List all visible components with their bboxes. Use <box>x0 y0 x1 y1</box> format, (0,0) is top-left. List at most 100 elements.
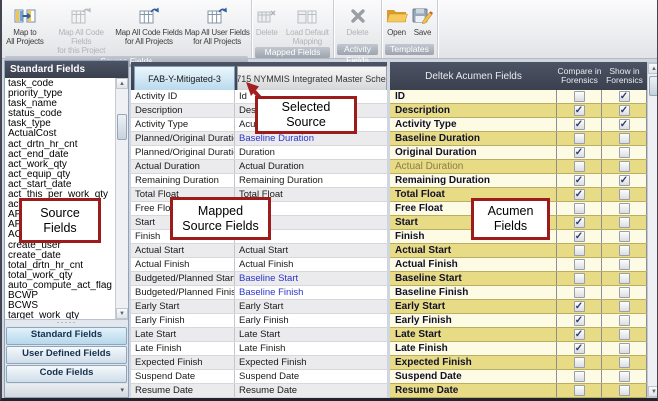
compare-checkbox[interactable] <box>574 357 585 368</box>
compare-checkbox[interactable]: ✓ <box>574 217 585 228</box>
compare-checkbox[interactable] <box>574 273 585 284</box>
scrollbar-thumb[interactable] <box>649 76 658 96</box>
show-checkbox[interactable] <box>619 385 630 396</box>
show-checkbox[interactable] <box>619 147 630 158</box>
compare-checkbox[interactable]: ✓ <box>574 175 585 186</box>
show-checkbox[interactable] <box>619 231 630 242</box>
show-checkbox[interactable] <box>619 259 630 270</box>
scroll-down-icon[interactable]: ▼ <box>116 308 128 319</box>
source-field-item[interactable]: act_end_date <box>5 150 115 160</box>
show-checkbox[interactable] <box>619 343 630 354</box>
source-field-item[interactable]: task_type <box>5 119 115 129</box>
source-field-cell: Description <box>131 104 235 117</box>
compare-checkbox[interactable] <box>574 385 585 396</box>
tab-source-selected[interactable]: FAB-Y-Mitigated-3 <box>134 66 235 90</box>
compare-checkbox[interactable]: ✓ <box>574 147 585 158</box>
source-field-item[interactable]: total_drtn_hr_cnt <box>5 261 115 271</box>
source-field-item[interactable]: status_code <box>5 109 115 119</box>
source-field-item[interactable]: total_work_qty <box>5 271 115 281</box>
mapped-field-cell[interactable]: Remaining Duration <box>235 174 387 187</box>
compare-in-forensics-header: Compare in Forensics <box>557 62 602 90</box>
show-checkbox[interactable]: ✓ <box>619 91 630 102</box>
configure-buttons-icon[interactable]: ▾ <box>120 386 124 394</box>
compare-checkbox[interactable]: ✓ <box>574 315 585 326</box>
show-checkbox[interactable] <box>619 217 630 228</box>
ribbon-button-map-all-user-fields-for-all-projects[interactable]: Map All User Fields for All Projects <box>183 2 251 55</box>
mapped-field-cell[interactable]: Early Start <box>235 300 387 313</box>
source-field-item[interactable]: auto_compute_act_flag <box>5 281 115 291</box>
compare-checkbox[interactable]: ✓ <box>574 119 585 130</box>
mapped-field-cell[interactable]: Suspend Date <box>235 370 387 383</box>
show-checkbox[interactable] <box>619 357 630 368</box>
show-checkbox[interactable]: ✓ <box>619 175 630 186</box>
ribbon-button-map-to-all-projects[interactable]: Map to All Projects <box>2 2 48 55</box>
compare-checkbox[interactable]: ✓ <box>574 231 585 242</box>
tab-source-other[interactable]: 040715 NYMMIS Integrated Master Schedule <box>237 66 387 90</box>
mapped-field-cell[interactable]: Early Finish <box>235 314 387 327</box>
sidebar-nav-user-defined-fields[interactable]: User Defined Fields <box>6 346 127 364</box>
show-checkbox[interactable] <box>619 203 630 214</box>
source-field-item[interactable]: act_drtn_hr_cnt <box>5 140 115 150</box>
compare-checkbox[interactable] <box>574 287 585 298</box>
ribbon-button-map-all-code-fields-for-all-projects[interactable]: Map All Code Fields for All Projects <box>115 2 184 55</box>
compare-checkbox[interactable]: ✓ <box>574 105 585 116</box>
source-field-item[interactable]: target_work_qty <box>5 311 115 319</box>
source-field-item[interactable]: create_date <box>5 251 115 261</box>
show-checkbox[interactable] <box>619 287 630 298</box>
scroll-down-icon[interactable]: ▼ <box>648 386 658 397</box>
ribbon-button-save[interactable]: Save <box>410 2 436 43</box>
source-field-item[interactable]: task_code <box>5 79 115 89</box>
source-field-item[interactable]: task_name <box>5 99 115 109</box>
acumen-scrollbar[interactable]: ▲ ▼ <box>647 62 658 398</box>
source-field-item[interactable]: act_start_date <box>5 180 115 190</box>
compare-checkbox[interactable] <box>574 259 585 270</box>
compare-checkbox[interactable]: ✓ <box>574 301 585 312</box>
compare-checkbox[interactable] <box>574 161 585 172</box>
compare-checkbox[interactable] <box>574 245 585 256</box>
mapped-field-cell[interactable]: Actual Duration <box>235 160 387 173</box>
show-checkbox[interactable] <box>619 189 630 200</box>
show-checkbox[interactable] <box>619 273 630 284</box>
compare-checkbox[interactable]: ✓ <box>574 189 585 200</box>
mapped-field-cell[interactable]: Expected Finish <box>235 356 387 369</box>
source-field-item[interactable]: BCWP <box>5 291 115 301</box>
acumen-rows: ID✓Description✓✓Activity Type✓✓Baseline … <box>390 90 647 398</box>
compare-checkbox[interactable] <box>574 371 585 382</box>
sidebar-nav: Standard FieldsUser Defined FieldsCode F… <box>5 326 128 384</box>
mapped-field-cell[interactable]: Duration <box>235 146 387 159</box>
show-checkbox[interactable] <box>619 245 630 256</box>
mapped-field-cell[interactable]: Late Start <box>235 328 387 341</box>
sidebar-scrollbar[interactable]: ▲ ▼ <box>115 78 128 319</box>
sidebar-nav-standard-fields[interactable]: Standard Fields <box>6 327 127 345</box>
source-field-item[interactable]: act_work_qty <box>5 160 115 170</box>
scrollbar-thumb[interactable] <box>117 114 127 140</box>
mapped-field-cell[interactable]: Actual Finish <box>235 258 387 271</box>
show-checkbox[interactable]: ✓ <box>619 119 630 130</box>
show-checkbox[interactable] <box>619 315 630 326</box>
source-field-item[interactable]: BCWS <box>5 301 115 311</box>
sidebar-splitter[interactable]: ····· <box>5 319 128 326</box>
mapped-field-cell[interactable]: Baseline Start <box>235 272 387 285</box>
mapped-field-cell[interactable]: Resume Date <box>235 384 387 397</box>
compare-checkbox[interactable] <box>574 133 585 144</box>
ribbon-button-open[interactable]: Open <box>384 2 410 43</box>
show-checkbox[interactable]: ✓ <box>619 105 630 116</box>
sidebar-nav-code-fields[interactable]: Code Fields <box>6 365 127 383</box>
show-checkbox[interactable] <box>619 161 630 172</box>
scroll-up-icon[interactable]: ▲ <box>116 78 128 89</box>
mapped-field-cell[interactable]: Baseline Finish <box>235 286 387 299</box>
mapped-field-cell[interactable]: Late Finish <box>235 342 387 355</box>
mapped-field-cell[interactable]: Actual Start <box>235 244 387 257</box>
show-checkbox[interactable] <box>619 301 630 312</box>
scroll-up-icon[interactable]: ▲ <box>648 63 658 74</box>
compare-checkbox[interactable]: ✓ <box>574 329 585 340</box>
compare-checkbox[interactable] <box>574 203 585 214</box>
compare-checkbox[interactable] <box>574 91 585 102</box>
source-field-item[interactable]: act_equip_qty <box>5 170 115 180</box>
show-checkbox[interactable] <box>619 371 630 382</box>
source-field-item[interactable]: ActualCost <box>5 129 115 139</box>
show-checkbox[interactable] <box>619 133 630 144</box>
show-checkbox[interactable] <box>619 329 630 340</box>
compare-checkbox[interactable]: ✓ <box>574 343 585 354</box>
source-field-item[interactable]: priority_type <box>5 89 115 99</box>
